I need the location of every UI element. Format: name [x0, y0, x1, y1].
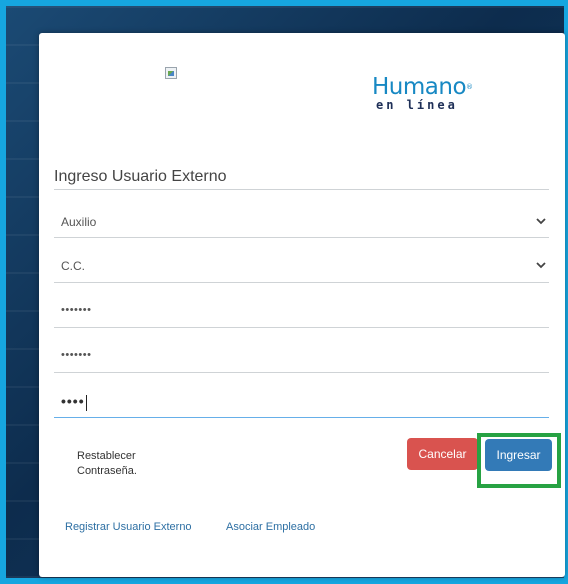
reset-link-line1: Restablecer — [77, 450, 136, 462]
document-number-field[interactable]: ••••••• — [54, 296, 549, 324]
type-select-value: Auxilio — [61, 215, 97, 229]
login-card: Humano® en línea Ingreso Usuario Externo… — [39, 33, 565, 577]
field-underline — [54, 372, 549, 373]
chevron-down-icon — [536, 262, 546, 269]
field-underline — [54, 282, 549, 283]
username-value: ••••••• — [61, 349, 92, 361]
title-divider — [54, 189, 549, 190]
username-field[interactable]: ••••••• — [54, 341, 549, 369]
reset-link-line2: Contraseña. — [77, 465, 137, 477]
field-underline-focused — [54, 417, 549, 418]
humano-en-linea-logo: Humano® en línea — [372, 75, 492, 125]
page-title: Ingreso Usuario Externo — [54, 168, 227, 185]
background-frame: Humano® en línea Ingreso Usuario Externo… — [0, 0, 568, 584]
broken-image-icon — [165, 67, 177, 79]
register-external-user-link[interactable]: Registrar Usuario Externo — [65, 521, 192, 533]
field-underline — [54, 237, 549, 238]
reset-password-link[interactable]: Restablecer Contraseña. — [77, 449, 137, 479]
login-button[interactable]: Ingresar — [485, 439, 552, 471]
field-underline — [54, 327, 549, 328]
logo-sub-text: en línea — [376, 98, 458, 112]
document-type-value: C.C. — [61, 259, 85, 273]
document-type-select[interactable]: C.C. — [54, 252, 549, 280]
logo-main-text: Humano® — [372, 74, 473, 100]
type-select[interactable]: Auxilio — [54, 208, 549, 236]
cancel-button[interactable]: Cancelar — [407, 438, 478, 470]
password-value: •••• — [61, 393, 87, 411]
associate-employee-link[interactable]: Asociar Empleado — [226, 521, 315, 533]
password-field[interactable]: •••• — [54, 388, 549, 416]
text-caret — [85, 394, 87, 411]
chevron-down-icon — [536, 218, 546, 225]
document-number-value: ••••••• — [61, 304, 92, 316]
